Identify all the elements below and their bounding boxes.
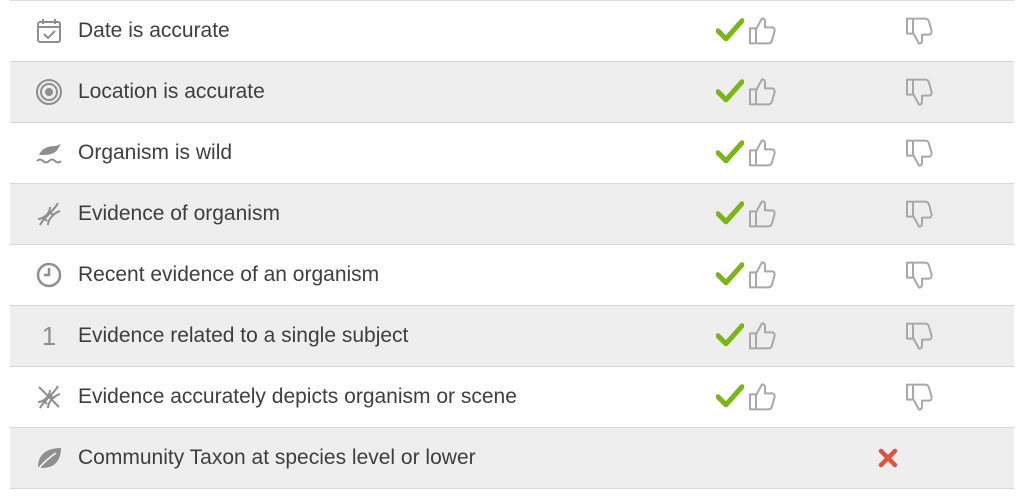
thumbs-up-icon[interactable] — [747, 197, 777, 229]
quality-row-depicts: Evidence accurately depicts organism or … — [10, 367, 1014, 428]
thumbs-down-icon[interactable] — [904, 260, 934, 292]
dna-icon — [32, 197, 66, 231]
thumbs-down-icon[interactable] — [904, 321, 934, 353]
check-icon — [716, 140, 744, 164]
quality-row-community-taxon: Community Taxon at species level or lowe… — [10, 428, 1014, 489]
calendar-icon — [32, 14, 66, 48]
thumbs-up-icon[interactable] — [747, 75, 777, 107]
row-label: Evidence related to a single subject — [78, 324, 409, 347]
check-icon — [716, 323, 744, 347]
thumbs-up-icon[interactable] — [747, 258, 777, 290]
thumbs-down-icon[interactable] — [904, 382, 934, 414]
quality-row-single-subject: 1 Evidence related to a single subject — [10, 306, 1014, 367]
row-label: Evidence of organism — [78, 202, 280, 225]
quality-row-location: Location is accurate — [10, 62, 1014, 123]
check-icon — [716, 79, 744, 103]
row-label: Recent evidence of an organism — [78, 263, 380, 286]
thumbs-up-icon[interactable] — [747, 380, 777, 412]
row-label: Organism is wild — [78, 141, 233, 164]
number-one-icon: 1 — [41, 320, 57, 351]
check-icon — [716, 18, 744, 42]
wild-bird-icon — [32, 136, 66, 170]
row-label: Evidence accurately depicts organism or … — [78, 385, 517, 408]
dna-icon — [32, 380, 66, 414]
x-mark-icon — [878, 448, 898, 468]
check-icon — [716, 384, 744, 408]
clock-icon — [32, 258, 66, 292]
check-icon — [716, 262, 744, 286]
thumbs-up-icon[interactable] — [747, 319, 777, 351]
quality-row-wild: Organism is wild — [10, 123, 1014, 184]
leaf-icon — [32, 441, 66, 475]
thumbs-up-icon[interactable] — [747, 136, 777, 168]
thumbs-down-icon[interactable] — [904, 77, 934, 109]
quality-row-date: Date is accurate — [10, 1, 1014, 62]
thumbs-down-icon[interactable] — [904, 138, 934, 170]
check-icon — [716, 201, 744, 225]
row-label: Community Taxon at species level or lowe… — [78, 446, 476, 469]
thumbs-up-icon[interactable] — [747, 14, 777, 46]
quality-grade-table: Date is accurate Location is accurate Or… — [10, 0, 1014, 489]
row-label: Location is accurate — [78, 80, 265, 103]
row-label: Date is accurate — [78, 19, 230, 42]
target-icon — [32, 75, 66, 109]
quality-row-evidence: Evidence of organism — [10, 184, 1014, 245]
thumbs-down-icon[interactable] — [904, 199, 934, 231]
quality-row-recent: Recent evidence of an organism — [10, 245, 1014, 306]
thumbs-down-icon[interactable] — [904, 16, 934, 48]
